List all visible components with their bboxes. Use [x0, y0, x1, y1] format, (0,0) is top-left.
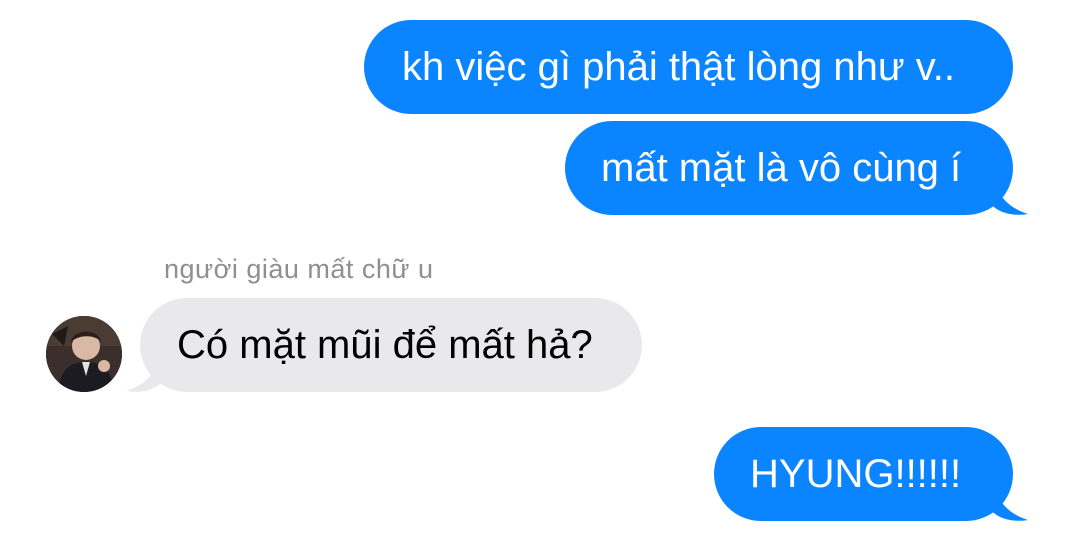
message-bubble-outgoing[interactable]: kh việc gì phải thật lòng như v..: [364, 20, 1013, 114]
message-bubble-outgoing[interactable]: HYUNG!!!!!!: [714, 427, 1013, 521]
bubble-tail-icon: [126, 352, 164, 392]
bubble-tail-icon: [990, 175, 1028, 215]
bubble-tail-icon: [990, 481, 1028, 521]
message-bubble-outgoing[interactable]: mất mặt là vô cùng í: [565, 121, 1013, 215]
message-text: HYUNG!!!!!!: [750, 452, 962, 496]
message-text: kh việc gì phải thật lòng như v..: [402, 45, 956, 89]
avatar[interactable]: [46, 316, 122, 392]
message-text: mất mặt là vô cùng í: [601, 146, 962, 190]
sender-name: người giàu mất chữ u: [164, 254, 434, 284]
message-bubble-incoming[interactable]: Có mặt mũi để mất hả?: [140, 298, 642, 392]
avatar-photo-icon: [46, 316, 122, 392]
message-text: Có mặt mũi để mất hả?: [177, 323, 593, 367]
